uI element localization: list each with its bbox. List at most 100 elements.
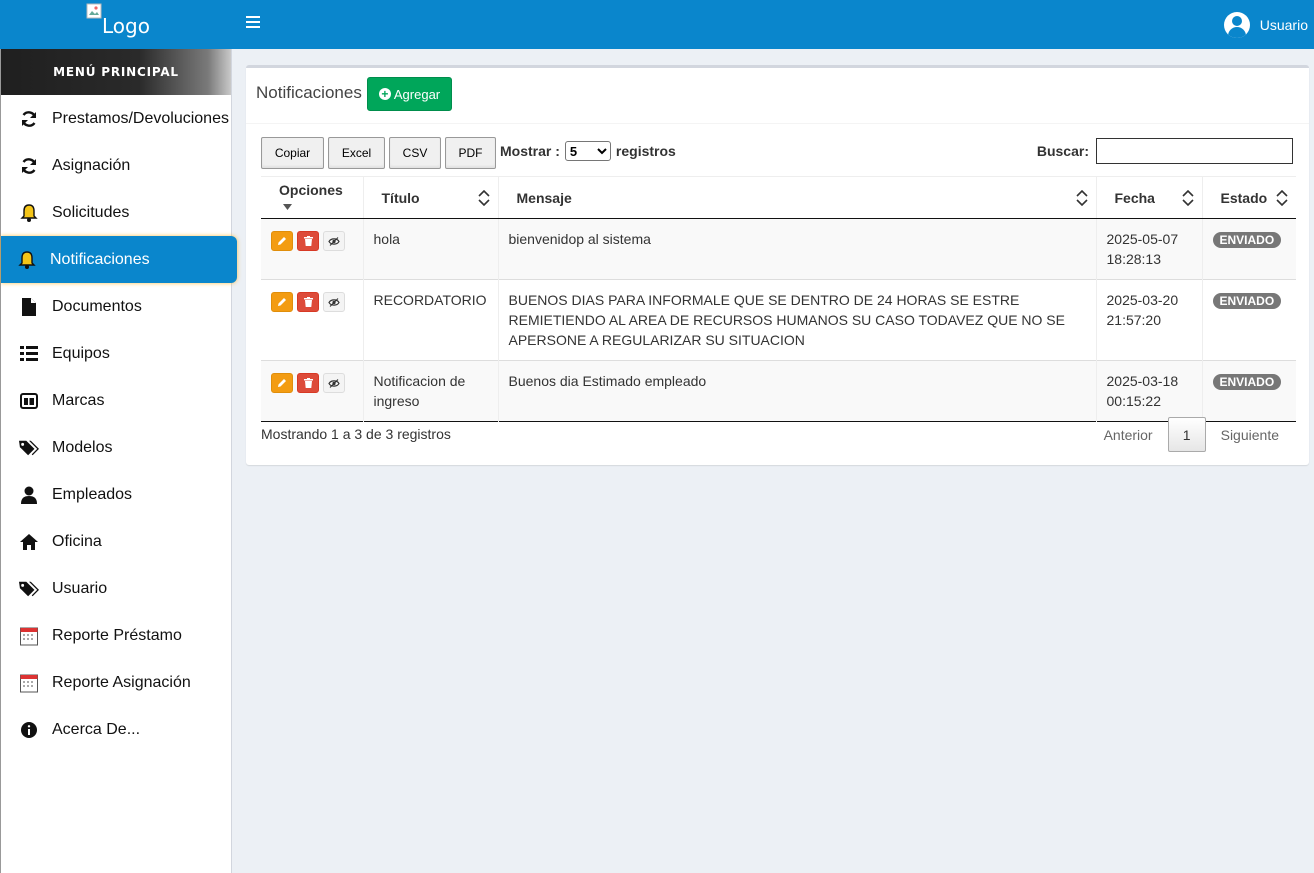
view-button[interactable] [323, 292, 345, 312]
column-header-opciones[interactable]: Opciones [261, 176, 364, 219]
list-icon [19, 344, 39, 364]
home-icon [19, 532, 39, 552]
titulo-cell: hola [363, 218, 499, 280]
sidebar-item-prestamos[interactable]: Prestamos/Devoluciones [1, 95, 231, 142]
status-badge: ENVIADO [1212, 293, 1282, 309]
show-prefix: Mostrar : [500, 143, 560, 159]
plus-circle-icon: + [378, 88, 391, 100]
sidebar-item-label: Acerca De... [52, 720, 141, 738]
column-header-label: Mensaje [516, 189, 572, 206]
column-header-titulo[interactable]: Título [363, 176, 499, 219]
delete-button[interactable] [297, 292, 319, 312]
search-label: Buscar: [1036, 143, 1089, 159]
csv-button[interactable]: CSV [389, 137, 441, 169]
pencil-icon [278, 379, 286, 387]
refresh-icon [19, 109, 39, 129]
sidebar-item-oficina[interactable]: Oficina [1, 518, 231, 565]
panel-header: Notificaciones + Agregar [246, 68, 1309, 124]
sidebar-item-marcas[interactable]: Marcas [1, 377, 231, 424]
show-suffix: registros [615, 143, 676, 159]
sidebar-item-reporte-prestamo[interactable]: Reporte Préstamo [1, 612, 231, 659]
user-avatar-icon [1223, 11, 1250, 38]
column-header-fecha[interactable]: Fecha [1096, 176, 1203, 219]
sidebar-item-equipos[interactable]: Equipos [1, 330, 231, 377]
eye-slash-icon [328, 378, 340, 388]
excel-button[interactable]: Excel [328, 137, 385, 169]
delete-button[interactable] [297, 231, 319, 251]
sort-icon [477, 190, 490, 206]
bell-icon [17, 250, 37, 270]
menu-toggle-icon[interactable] [246, 16, 260, 30]
search-input[interactable] [1096, 138, 1293, 164]
pdf-button[interactable]: PDF [445, 137, 496, 169]
sidebar-item-label: Notificaciones [50, 250, 150, 268]
titulo-cell: Notificacion de ingreso [363, 360, 499, 422]
refresh-icon [19, 156, 39, 176]
copy-button[interactable]: Copiar [261, 137, 324, 169]
sidebar-item-asignacion[interactable]: Asignación [1, 142, 231, 189]
trash-icon [303, 378, 313, 388]
logo-alt-text: Logo [102, 14, 150, 38]
add-button-label: Agregar [393, 86, 441, 102]
pencil-icon [278, 298, 286, 306]
status-badge: ENVIADO [1212, 232, 1282, 248]
page-length-select[interactable]: 5 [564, 141, 611, 161]
fecha-cell: 2025-03-18 00:15:22 [1096, 360, 1203, 422]
sidebar-item-label: Solicitudes [52, 203, 130, 221]
info-icon [19, 720, 39, 740]
options-cell [261, 360, 364, 422]
sidebar-item-modelos[interactable]: Modelos [1, 424, 231, 471]
previous-page-button[interactable]: Anterior [1089, 418, 1168, 452]
sidebar-item-empleados[interactable]: Empleados [1, 471, 231, 518]
user-menu[interactable]: Usuario [1223, 11, 1308, 38]
sidebar-item-label: Marcas [52, 391, 105, 409]
sidebar-item-reporte-asignacion[interactable]: Reporte Asignación [1, 659, 231, 706]
options-cell [261, 218, 364, 280]
next-page-button[interactable]: Siguiente [1206, 418, 1294, 452]
caret-down-icon [283, 203, 292, 210]
page-length-control: Mostrar : 5 registros [500, 141, 676, 161]
column-header-label: Estado [1220, 189, 1268, 206]
view-button[interactable] [323, 231, 345, 251]
sidebar-item-label: Modelos [52, 438, 113, 456]
broken-image-icon [86, 3, 102, 19]
sort-icon [1181, 190, 1194, 206]
trash-icon [303, 297, 313, 307]
sidebar-item-label: Prestamos/Devoluciones [52, 109, 229, 127]
view-button[interactable] [323, 373, 345, 393]
page-1-button[interactable]: 1 [1167, 417, 1206, 452]
column-header-estado[interactable]: Estado [1202, 176, 1296, 219]
sidebar-item-usuario[interactable]: Usuario [1, 565, 231, 612]
sidebar-item-label: Reporte Préstamo [52, 626, 182, 644]
logo[interactable]: Logo [0, 0, 232, 49]
sidebar-item-label: Oficina [52, 532, 102, 550]
titulo-cell: RECORDATORIO [363, 279, 499, 361]
sidebar-item-label: Documentos [52, 297, 142, 315]
eye-slash-icon [328, 297, 340, 307]
trash-icon [303, 236, 313, 246]
sidebar-item-acerca[interactable]: Acerca De... [1, 706, 231, 753]
top-navbar: Logo Usuario [0, 0, 1314, 49]
edit-button[interactable] [271, 373, 293, 393]
sidebar-item-notificaciones[interactable]: Notificaciones [1, 236, 237, 283]
mensaje-cell: Buenos dia Estimado empleado [498, 360, 1097, 422]
sidebar-item-documentos[interactable]: Documentos [1, 283, 231, 330]
column-header-label: Opciones [279, 181, 343, 198]
column-header-label: Título [381, 189, 420, 206]
fecha-cell: 2025-05-07 18:28:13 [1096, 218, 1203, 280]
delete-button[interactable] [297, 373, 319, 393]
estado-cell: ENVIADO [1202, 219, 1296, 280]
sidebar-item-solicitudes[interactable]: Solicitudes [1, 189, 231, 236]
calendar-icon [19, 673, 39, 693]
file-icon [19, 297, 39, 317]
sidebar-item-label: Equipos [52, 344, 110, 362]
edit-button[interactable] [271, 292, 293, 312]
sort-icon [1276, 190, 1288, 206]
add-notification-button[interactable]: + Agregar [367, 77, 452, 111]
status-badge: ENVIADO [1212, 374, 1282, 390]
column-header-mensaje[interactable]: Mensaje [498, 176, 1097, 219]
estado-cell: ENVIADO [1202, 361, 1296, 422]
page-title: Notificaciones [256, 83, 362, 102]
pagination: Anterior 1 Siguiente [1089, 417, 1294, 452]
edit-button[interactable] [271, 231, 293, 251]
